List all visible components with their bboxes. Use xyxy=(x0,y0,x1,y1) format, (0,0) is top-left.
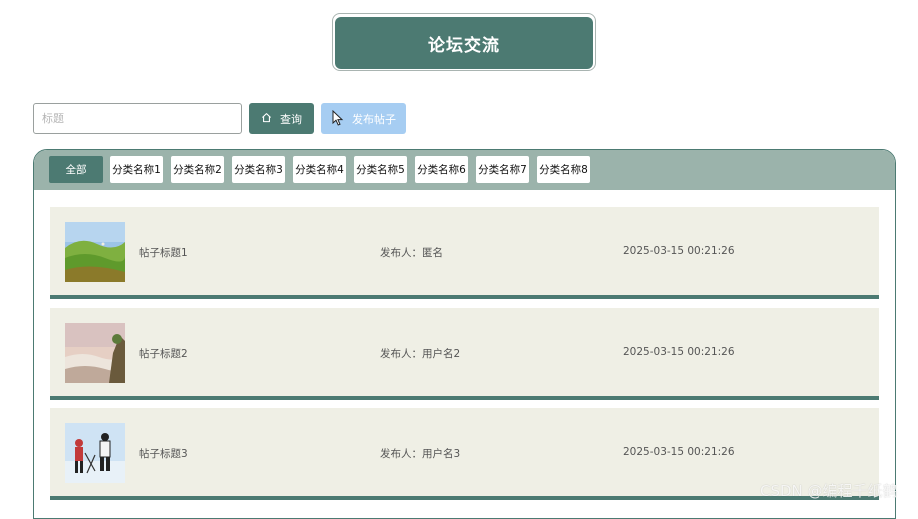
category-item-4[interactable]: 分类名称4 xyxy=(293,156,346,183)
publish-post-label: 发布帖子 xyxy=(352,112,396,126)
post-item[interactable]: 帖子标题2 发布人：用户名2 2025-03-15 00:21:26 xyxy=(50,308,879,400)
category-item-2[interactable]: 分类名称2 xyxy=(171,156,224,183)
category-all[interactable]: 全部 xyxy=(49,156,103,183)
post-title: 帖子标题1 xyxy=(139,247,188,259)
query-button-label: 查询 xyxy=(280,112,302,126)
post-author: 发布人：用户名3 xyxy=(380,448,461,460)
category-bar: 全部 分类名称1 分类名称2 分类名称3 分类名称4 分类名称5 分类名称6 分… xyxy=(34,150,895,190)
category-item-5[interactable]: 分类名称5 xyxy=(354,156,407,183)
page-title: 论坛交流 xyxy=(335,17,593,69)
post-time: 2025-03-15 00:21:26 xyxy=(623,446,735,458)
post-author: 发布人：用户名2 xyxy=(380,348,461,360)
post-time: 2025-03-15 00:21:26 xyxy=(623,346,735,358)
category-item-6[interactable]: 分类名称6 xyxy=(415,156,468,183)
category-item-8[interactable]: 分类名称8 xyxy=(537,156,590,183)
post-item[interactable]: 帖子标题1 发布人：匿名 2025-03-15 00:21:26 xyxy=(50,207,879,299)
post-time: 2025-03-15 00:21:26 xyxy=(623,245,735,257)
mouse-pointer-icon xyxy=(332,109,344,130)
post-title: 帖子标题2 xyxy=(139,348,188,360)
post-thumbnail-hockey xyxy=(65,423,125,483)
category-item-1[interactable]: 分类名称1 xyxy=(110,156,163,183)
forum-panel: 全部 分类名称1 分类名称2 分类名称3 分类名称4 分类名称5 分类名称6 分… xyxy=(33,149,896,519)
query-button[interactable]: 查询 xyxy=(249,103,314,134)
post-thumbnail-misty-mountain xyxy=(65,323,125,383)
post-thumbnail-landscape xyxy=(65,222,125,282)
post-title: 帖子标题3 xyxy=(139,448,188,460)
home-icon xyxy=(261,112,272,126)
watermark: CSDN @编程千纸鹤 xyxy=(760,482,898,500)
post-item[interactable]: 帖子标题3 发布人：用户名3 2025-03-15 00:21:26 xyxy=(50,408,879,500)
post-author: 发布人：匿名 xyxy=(380,247,443,259)
category-item-7[interactable]: 分类名称7 xyxy=(476,156,529,183)
category-item-3[interactable]: 分类名称3 xyxy=(232,156,285,183)
search-input[interactable] xyxy=(33,103,242,134)
